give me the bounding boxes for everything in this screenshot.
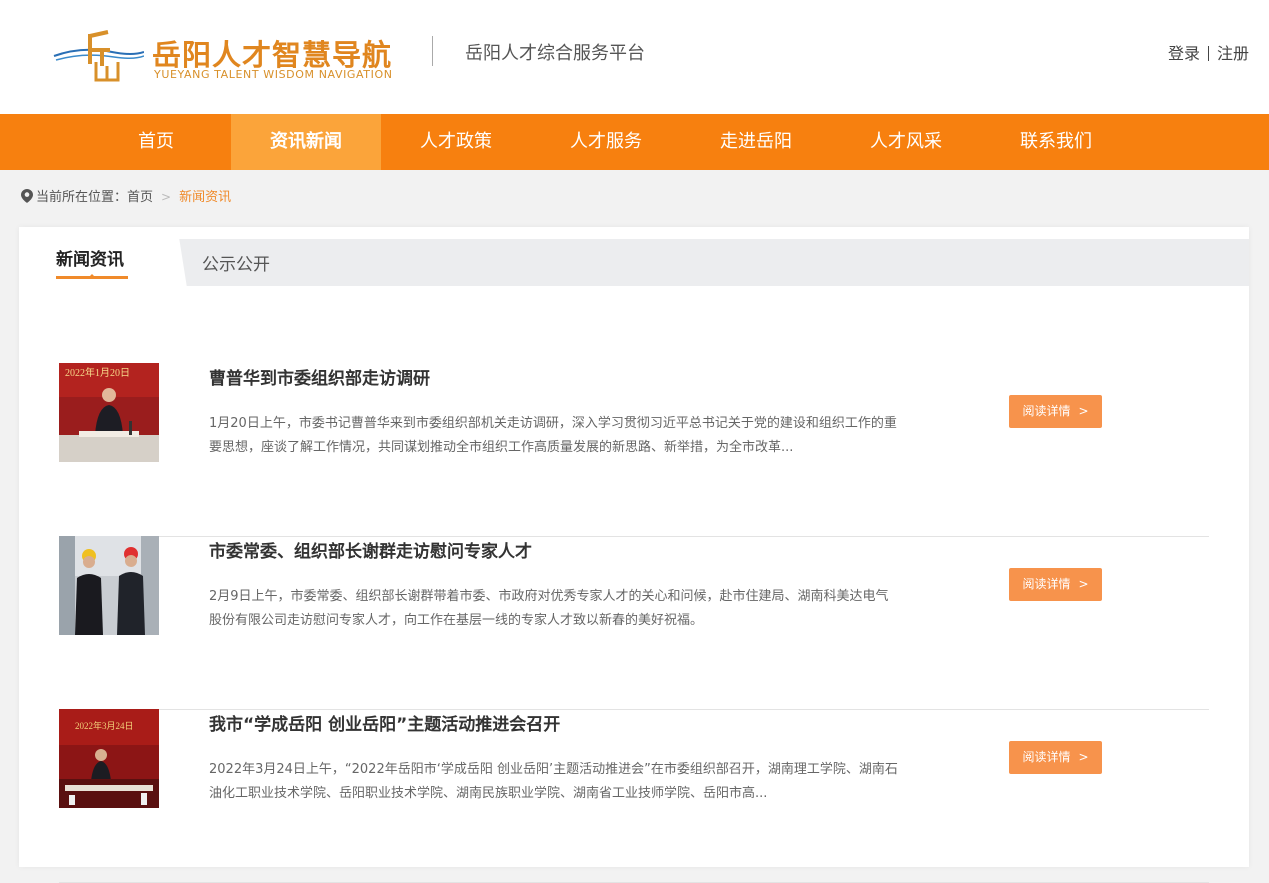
site-header: 岳阳人才智慧导航 YUEYANG TALENT WISDOM NAVIGATIO… xyxy=(0,0,1269,114)
main-nav: 首页 资讯新闻 人才政策 人才服务 走进岳阳 人才风采 联系我们 xyxy=(0,114,1269,170)
news-summary: 2022年3月24日上午，“2022年岳阳市‘学成岳阳 创业岳阳’主题活动推进会… xyxy=(209,762,898,801)
tab-public-notice[interactable]: 公示公开 xyxy=(202,250,270,275)
register-link[interactable]: 注册 xyxy=(1217,44,1249,63)
read-more-label: 阅读详情 xyxy=(1022,577,1071,591)
nav-item-contact[interactable]: 联系我们 xyxy=(981,114,1131,170)
news-thumbnail[interactable]: 2022年1月20日 xyxy=(59,363,159,462)
read-more-label: 阅读详情 xyxy=(1022,404,1071,418)
read-more-button[interactable]: 阅读详情 > xyxy=(1009,568,1102,601)
news-item: 市委常委、组织部长谢群走访慰问专家人才 2月9日上午，市委常委、组织部长谢群带着… xyxy=(59,536,1209,710)
news-thumbnail[interactable]: 2022年3月24日 xyxy=(59,709,159,808)
nav-item-about-yueyang[interactable]: 走进岳阳 xyxy=(681,114,831,170)
chevron-right-icon: > xyxy=(1078,577,1089,591)
nav-item-policy[interactable]: 人才政策 xyxy=(381,114,531,170)
news-item: 2022年3月24日 我市“学成岳阳 创业岳阳”主题活动推进会召开 2022年3… xyxy=(59,709,1209,883)
nav-item-news[interactable]: 资讯新闻 xyxy=(231,114,381,170)
nav-item-talent-style[interactable]: 人才风采 xyxy=(831,114,981,170)
news-item: 2022年1月20日 曹普华到市委组织部走访调研 1月20日上午，市委书记曹普华… xyxy=(59,363,1209,537)
login-link[interactable]: 登录 xyxy=(1168,44,1200,63)
breadcrumb-prefix: 当前所在位置： xyxy=(36,190,128,205)
breadcrumb-home[interactable]: 首页 xyxy=(127,190,153,205)
read-more-button[interactable]: 阅读详情 > xyxy=(1009,741,1102,774)
chevron-right-icon: > xyxy=(161,190,172,204)
news-photo-visit xyxy=(59,536,159,635)
breadcrumb-current: 新闻资讯 xyxy=(179,190,232,205)
site-logo[interactable]: 岳阳人才智慧导航 YUEYANG TALENT WISDOM NAVIGATIO… xyxy=(52,26,402,84)
nav-item-service[interactable]: 人才服务 xyxy=(531,114,681,170)
logo-title-en: YUEYANG TALENT WISDOM NAVIGATION xyxy=(154,68,393,81)
location-pin-icon xyxy=(21,189,33,203)
header-divider xyxy=(432,36,433,66)
platform-name: 岳阳人才综合服务平台 xyxy=(465,43,645,64)
news-photo-meeting: 2022年1月20日 xyxy=(59,363,159,462)
auth-separator xyxy=(1207,46,1209,61)
news-summary: 1月20日上午，市委书记曹普华来到市委组织部机关走访调研，深入学习贯彻习近平总书… xyxy=(209,416,897,455)
breadcrumb: 当前所在位置：首页 > 新闻资讯 xyxy=(21,186,231,205)
read-more-label: 阅读详情 xyxy=(1022,750,1071,764)
news-card: 新闻资讯 公示公开 2022年1月20日 曹普华到市委组织部走访调研 1月20日… xyxy=(19,227,1249,883)
news-title[interactable]: 市委常委、组织部长谢群走访慰问专家人才 xyxy=(209,537,532,562)
news-summary: 2月9日上午，市委常委、组织部长谢群带着市委、市政府对优秀专家人才的关心和问候，… xyxy=(209,589,889,628)
tab-active-marker xyxy=(89,274,95,277)
nav-item-home[interactable]: 首页 xyxy=(81,114,231,170)
news-thumbnail[interactable] xyxy=(59,536,159,635)
news-title[interactable]: 我市“学成岳阳 创业岳阳”主题活动推进会召开 xyxy=(209,710,560,735)
news-title[interactable]: 曹普华到市委组织部走访调研 xyxy=(209,364,430,389)
chevron-right-icon: > xyxy=(1078,404,1089,418)
logo-mark-icon xyxy=(53,30,144,82)
news-photo-conference: 2022年3月24日 xyxy=(59,709,159,808)
tab-news[interactable]: 新闻资讯 xyxy=(56,245,124,270)
auth-links: 登录 注册 xyxy=(1168,40,1249,64)
chevron-right-icon: > xyxy=(1078,750,1089,764)
read-more-button[interactable]: 阅读详情 > xyxy=(1009,395,1102,428)
thumb-caption: 2022年3月24日 xyxy=(75,720,134,731)
thumb-caption: 2022年1月20日 xyxy=(65,366,130,379)
